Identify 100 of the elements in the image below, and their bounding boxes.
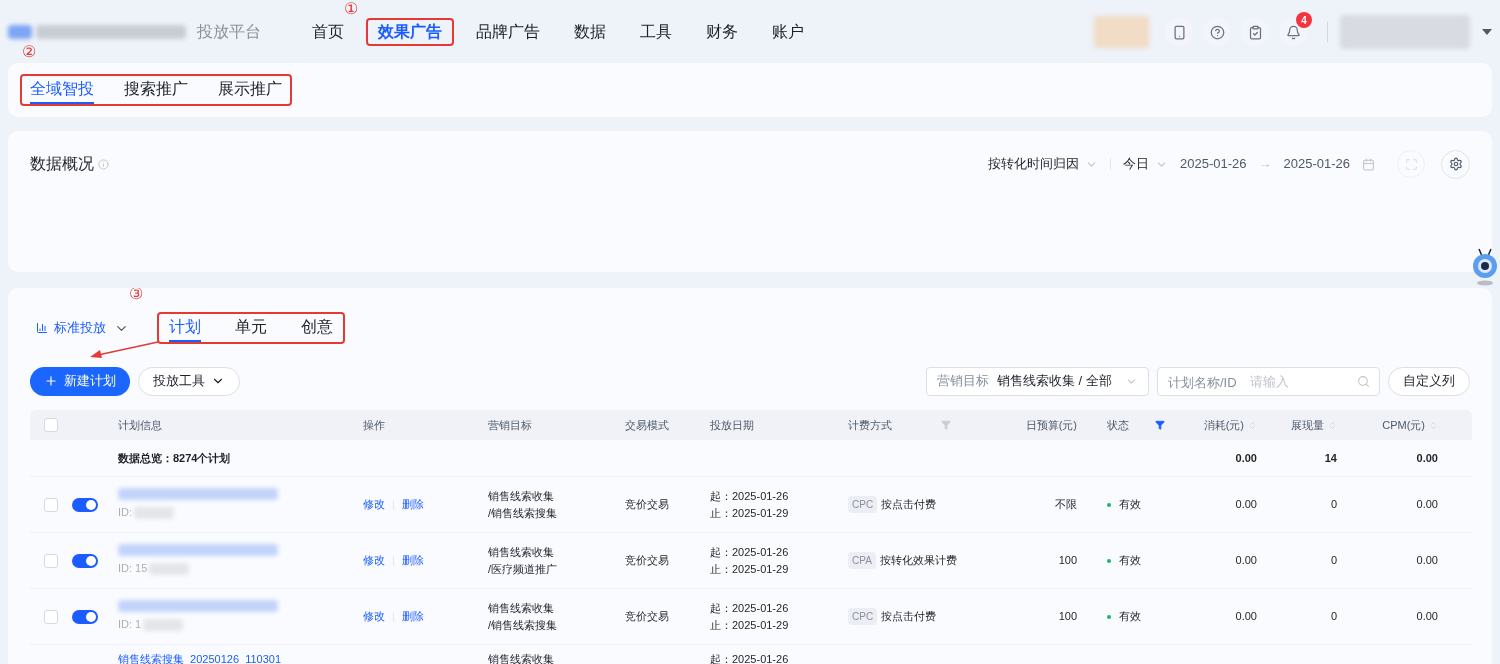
checkbox[interactable]	[44, 418, 58, 432]
checkbox[interactable]	[44, 553, 58, 568]
info-icon	[98, 158, 109, 170]
column-header: 日预算(元)	[1025, 417, 1077, 433]
table-cell-text: 止：2025-01-29	[710, 505, 790, 521]
action-link[interactable]: 修改	[363, 552, 385, 569]
checkbox[interactable]	[44, 497, 58, 512]
action-link[interactable]: 修改	[363, 608, 385, 625]
nav-item[interactable]: 数据	[562, 18, 618, 46]
plan-id: ID: 1	[118, 617, 142, 633]
table-cell-text: 100	[1057, 609, 1078, 625]
end-date[interactable]: 2025-01-26	[1283, 154, 1350, 174]
billing-tag: CPC	[848, 608, 878, 625]
table-cell-text: 起：2025-01-26	[710, 600, 790, 616]
table-cell-text: 止：2025-01-29	[710, 617, 790, 633]
redacted-area	[8, 25, 32, 39]
action-link[interactable]: 删除	[402, 552, 424, 569]
level-tab[interactable]: 计划	[169, 314, 201, 342]
level-tab[interactable]: 单元	[235, 314, 267, 342]
summary-label: 数据总览：8274个计划	[118, 451, 231, 464]
start-date[interactable]: 2025-01-26	[1180, 154, 1247, 174]
bar-chart-icon	[36, 322, 48, 334]
annotation-number: ①	[344, 0, 358, 18]
account-caret-icon[interactable]	[1482, 29, 1492, 35]
table-cell-text: /销售线索搜集	[488, 505, 559, 521]
sort-icon[interactable]	[1248, 420, 1257, 430]
nav-item[interactable]: 工具	[628, 18, 684, 46]
table-cell-text: 0.00	[1415, 497, 1439, 513]
notification-bell-icon[interactable]	[1279, 18, 1307, 46]
table-cell-text: 起：2025-01-26	[710, 488, 790, 504]
toggle-switch[interactable]	[72, 553, 98, 568]
search-icon[interactable]	[1357, 374, 1370, 388]
level-tab[interactable]: 创意	[301, 314, 333, 342]
billing-tag: CPA	[848, 552, 876, 569]
column-header: 交易模式	[625, 417, 669, 433]
redacted-area	[1094, 16, 1149, 48]
action-link[interactable]: 删除	[402, 608, 424, 625]
table-cell-text: 0.00	[1415, 609, 1439, 625]
channel-tab[interactable]: 搜索推广	[124, 76, 188, 104]
action-link[interactable]: 修改	[363, 496, 385, 513]
billing-tag: CPC	[848, 496, 878, 513]
sort-icon[interactable]	[1328, 420, 1337, 430]
column-header: 操作	[363, 417, 385, 433]
table-cell-text: 0	[1329, 553, 1338, 569]
table-cell-text: 起：2025-01-26	[710, 544, 790, 560]
date-separator: →	[1258, 155, 1272, 174]
table-cell-text: 14	[1323, 450, 1338, 466]
table-cell-text: 销售线索收集	[488, 600, 555, 616]
help-icon[interactable]	[1203, 18, 1231, 46]
table-cell-text: 按点击付费	[881, 609, 937, 625]
plan-id: ID:	[118, 505, 133, 521]
column-header[interactable]: 展现量	[1291, 416, 1324, 434]
table-cell-text: 100	[1057, 553, 1078, 569]
table-cell-text: 0.00	[1234, 553, 1258, 569]
action-link[interactable]: 删除	[402, 496, 424, 513]
clipboard-check-icon[interactable]	[1241, 18, 1269, 46]
calendar-icon[interactable]	[1362, 157, 1375, 171]
table-cell-text: 0.00	[1415, 553, 1439, 569]
toggle-switch[interactable]	[72, 609, 98, 624]
table-cell-text: 竞价交易	[625, 497, 670, 513]
table-cell-text: 按转化效果计费	[879, 553, 957, 569]
plan-id: ID: 15	[118, 561, 148, 577]
tools-button[interactable]: 投放工具	[138, 366, 240, 396]
search-label: 计划名称/ID	[1168, 373, 1237, 392]
new-plan-button[interactable]: 新建计划	[30, 366, 130, 396]
table-cell-text: 销售线索收集	[488, 652, 555, 664]
table-cell-text: 竞价交易	[625, 553, 670, 569]
attribution-select[interactable]: 按转化时间归因	[988, 154, 1098, 174]
table-cell-text: 0.00	[1234, 497, 1258, 513]
nav-item[interactable]: 首页	[300, 18, 356, 46]
sort-icon[interactable]	[1429, 420, 1438, 430]
column-header: 状态	[1107, 417, 1129, 433]
filter-icon[interactable]	[1155, 420, 1165, 430]
channel-tab[interactable]: 全域智投	[30, 76, 94, 104]
column-header[interactable]: CPM(元)	[1382, 416, 1425, 434]
channel-tab[interactable]: 展示推广	[218, 76, 282, 104]
table-cell-text: 有效	[1119, 497, 1141, 513]
table-cell-text: 有效	[1119, 609, 1141, 625]
checkbox[interactable]	[44, 609, 58, 624]
table-cell-text: 竞价交易	[625, 609, 670, 625]
nav-item[interactable]: 效果广告	[366, 18, 454, 46]
column-header: 营销目标	[488, 417, 532, 433]
custom-columns-button[interactable]: 自定义列	[1388, 366, 1470, 396]
table-cell-text: 销售线索收集	[488, 544, 555, 560]
column-header[interactable]: 消耗(元)	[1203, 416, 1244, 434]
date-range-select[interactable]: 今日	[1123, 154, 1168, 174]
nav-item[interactable]: 品牌广告	[464, 18, 552, 46]
table-cell-text: 0.00	[1415, 450, 1439, 466]
table-cell-text: 0.00	[1234, 450, 1258, 466]
table-cell-text: 起：2025-01-26	[710, 652, 790, 664]
mode-select[interactable]: 标准投放	[36, 318, 129, 338]
phone-icon[interactable]	[1165, 18, 1193, 46]
goal-filter-select[interactable]: 营销目标 销售线索收集 / 全部	[926, 366, 1149, 396]
table-cell-text: 止：2025-01-29	[710, 561, 790, 577]
nav-item[interactable]: 账户	[760, 18, 816, 46]
nav-item[interactable]: 财务	[694, 18, 750, 46]
table-cell-text: 不限	[1054, 497, 1078, 513]
table-cell-text: 有效	[1119, 553, 1141, 569]
toggle-switch[interactable]	[72, 497, 98, 512]
section-title: 数据概况	[30, 154, 94, 174]
